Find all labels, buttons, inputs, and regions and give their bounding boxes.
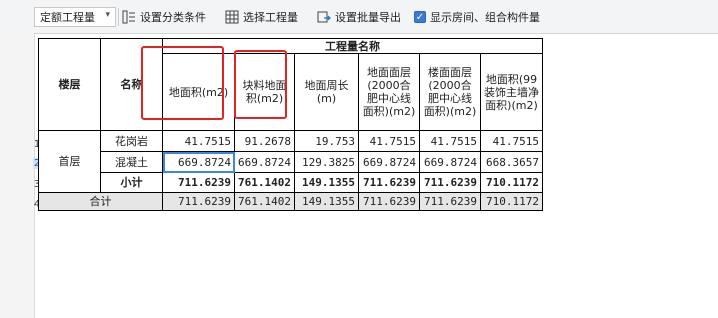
value-cell[interactable]: 669.8724 [418, 151, 481, 173]
value-cell[interactable]: 129.3825 [293, 151, 359, 173]
value-cell[interactable]: 91.2678 [234, 130, 295, 152]
value-cell[interactable]: 669.8724 [234, 151, 295, 173]
value-cell[interactable]: 149.1355 [293, 192, 359, 211]
name-cell[interactable]: 小计 [100, 172, 163, 193]
column-header[interactable]: 地面积(99装饰主墙净面积)(m2) [479, 53, 543, 131]
set-category-button[interactable]: 设置分类条件 [122, 8, 206, 26]
left-gutter [0, 34, 35, 318]
value-cell[interactable]: 41.7515 [479, 130, 543, 152]
value-cell[interactable]: 149.1355 [293, 172, 359, 193]
batch-export-button[interactable]: 设置批量导出 [317, 8, 401, 26]
value-cell[interactable]: 41.7515 [418, 130, 481, 152]
set-category-label: 设置分类条件 [140, 11, 206, 24]
value-cell[interactable]: 711.6239 [357, 172, 420, 193]
value-cell[interactable]: 761.1402 [234, 192, 295, 211]
floor-cell[interactable]: 首层 [38, 130, 101, 193]
value-cell[interactable]: 711.6239 [418, 192, 481, 211]
table-grid-icon [225, 10, 239, 24]
floor-header: 楼层 [38, 38, 101, 131]
value-cell[interactable]: 710.1172 [479, 172, 543, 193]
subtotal-row: 小计 711.6239 761.1402 149.1355 711.6239 7… [39, 172, 543, 193]
toolbar: 定额工程量 ▾ 设置分类条件 选择工程量 设置批量导出 ✓ 显示房间、组合构件量 [0, 0, 718, 34]
toolbar-divider [118, 8, 119, 26]
value-cell[interactable]: 710.1172 [479, 192, 543, 211]
table-row: 混凝土 669.8724 669.8724 129.3825 669.8724 … [39, 151, 543, 173]
selected-value-cell[interactable]: 669.8724 [162, 151, 235, 173]
total-label[interactable]: 合计 [38, 192, 163, 211]
highlight-annotation [234, 50, 287, 119]
show-rooms-label: 显示房间、组合构件量 [430, 11, 540, 24]
dropdown-value: 定额工程量 [40, 11, 95, 24]
toolbar-gap [0, 0, 34, 34]
value-cell[interactable]: 711.6239 [162, 192, 235, 211]
chevron-down-icon: ▾ [105, 10, 110, 20]
quantity-table: 楼层 名称 工程量名称 地面积(m2) 块料地面积(m2) 地面周长(m) 地面… [38, 38, 543, 211]
value-cell[interactable]: 711.6239 [357, 192, 420, 211]
column-header[interactable]: 地面面层(2000合肥中心线面积)(m2) [357, 53, 420, 131]
quantity-type-dropdown[interactable]: 定额工程量 ▾ [34, 7, 116, 27]
column-header[interactable]: 楼面面层(2000合肥中心线面积)(m2) [418, 53, 481, 131]
value-cell[interactable]: 711.6239 [418, 172, 481, 193]
value-cell[interactable]: 761.1402 [234, 172, 295, 193]
table-row: 首层 花岗岩 41.7515 91.2678 19.753 41.7515 41… [38, 130, 543, 193]
checkbox-checked-icon: ✓ [414, 11, 426, 23]
highlight-annotation [141, 46, 224, 120]
name-cell[interactable]: 混凝土 [100, 151, 163, 173]
select-quantity-button[interactable]: 选择工程量 [225, 8, 298, 26]
category-list-icon [122, 10, 135, 24]
value-cell[interactable]: 41.7515 [162, 130, 235, 152]
column-header[interactable]: 地面周长(m) [293, 53, 359, 131]
value-cell[interactable]: 669.8724 [357, 151, 420, 173]
total-row: 合计 711.6239 761.1402 149.1355 711.6239 7… [38, 192, 543, 211]
select-quantity-label: 选择工程量 [243, 11, 298, 24]
value-cell[interactable]: 668.3657 [479, 151, 543, 173]
value-cell[interactable]: 711.6239 [162, 172, 235, 193]
batch-export-label: 设置批量导出 [335, 11, 401, 24]
value-cell[interactable]: 19.753 [293, 130, 359, 152]
value-cell[interactable]: 41.7515 [357, 130, 420, 152]
name-cell[interactable]: 花岗岩 [100, 130, 163, 152]
show-rooms-checkbox[interactable]: ✓ 显示房间、组合构件量 [414, 8, 540, 26]
export-icon [317, 11, 331, 23]
